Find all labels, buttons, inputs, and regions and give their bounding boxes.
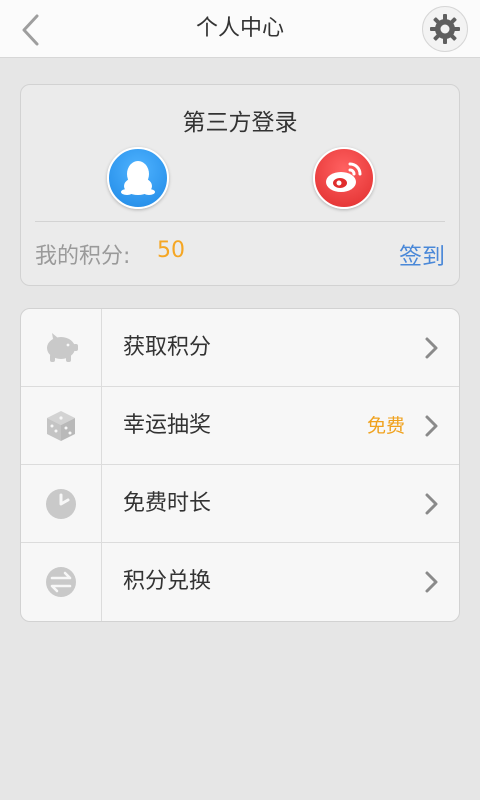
my-points-value: 50	[157, 238, 185, 263]
qq-login-button[interactable]	[107, 147, 169, 209]
clock-icon	[46, 489, 76, 519]
menu-item-get-points[interactable]: 获取积分	[21, 309, 459, 387]
chevron-left-icon	[22, 14, 39, 46]
gear-icon	[430, 14, 460, 44]
weibo-icon	[326, 162, 362, 192]
chevron-right-icon	[425, 337, 438, 359]
settings-button[interactable]	[422, 6, 468, 52]
menu-list: 获取积分 幸运抽奖 免费 免费时长 积分兑换	[20, 308, 460, 622]
my-points-label: 我的积分:	[35, 244, 131, 269]
chevron-right-icon	[425, 571, 438, 593]
dice-icon	[47, 411, 75, 441]
back-button[interactable]	[10, 10, 50, 50]
exchange-icon	[46, 567, 76, 597]
sign-in-button[interactable]: 签到	[399, 237, 445, 271]
third-party-login-card: 第三方登录 我的积分: 50 签到	[20, 84, 460, 286]
page-title: 个人中心	[195, 16, 284, 41]
menu-item-free-time[interactable]: 免费时长	[21, 465, 459, 543]
divider	[35, 221, 445, 222]
weibo-login-button[interactable]	[313, 147, 375, 209]
menu-item-points-exchange[interactable]: 积分兑换	[21, 543, 459, 621]
qq-penguin-icon	[121, 161, 155, 195]
login-title: 第三方登录	[182, 110, 298, 136]
chevron-right-icon	[425, 415, 438, 437]
menu-item-label: 获取积分	[123, 335, 212, 360]
menu-item-label: 积分兑换	[123, 569, 212, 594]
menu-item-lucky-draw[interactable]: 幸运抽奖 免费	[21, 387, 459, 465]
menu-item-label: 免费时长	[123, 491, 212, 516]
piggy-bank-icon	[47, 333, 78, 362]
menu-item-label: 幸运抽奖	[123, 413, 212, 438]
top-bar: 个人中心	[0, 0, 480, 58]
free-badge: 免费	[366, 415, 405, 437]
chevron-right-icon	[425, 493, 438, 515]
